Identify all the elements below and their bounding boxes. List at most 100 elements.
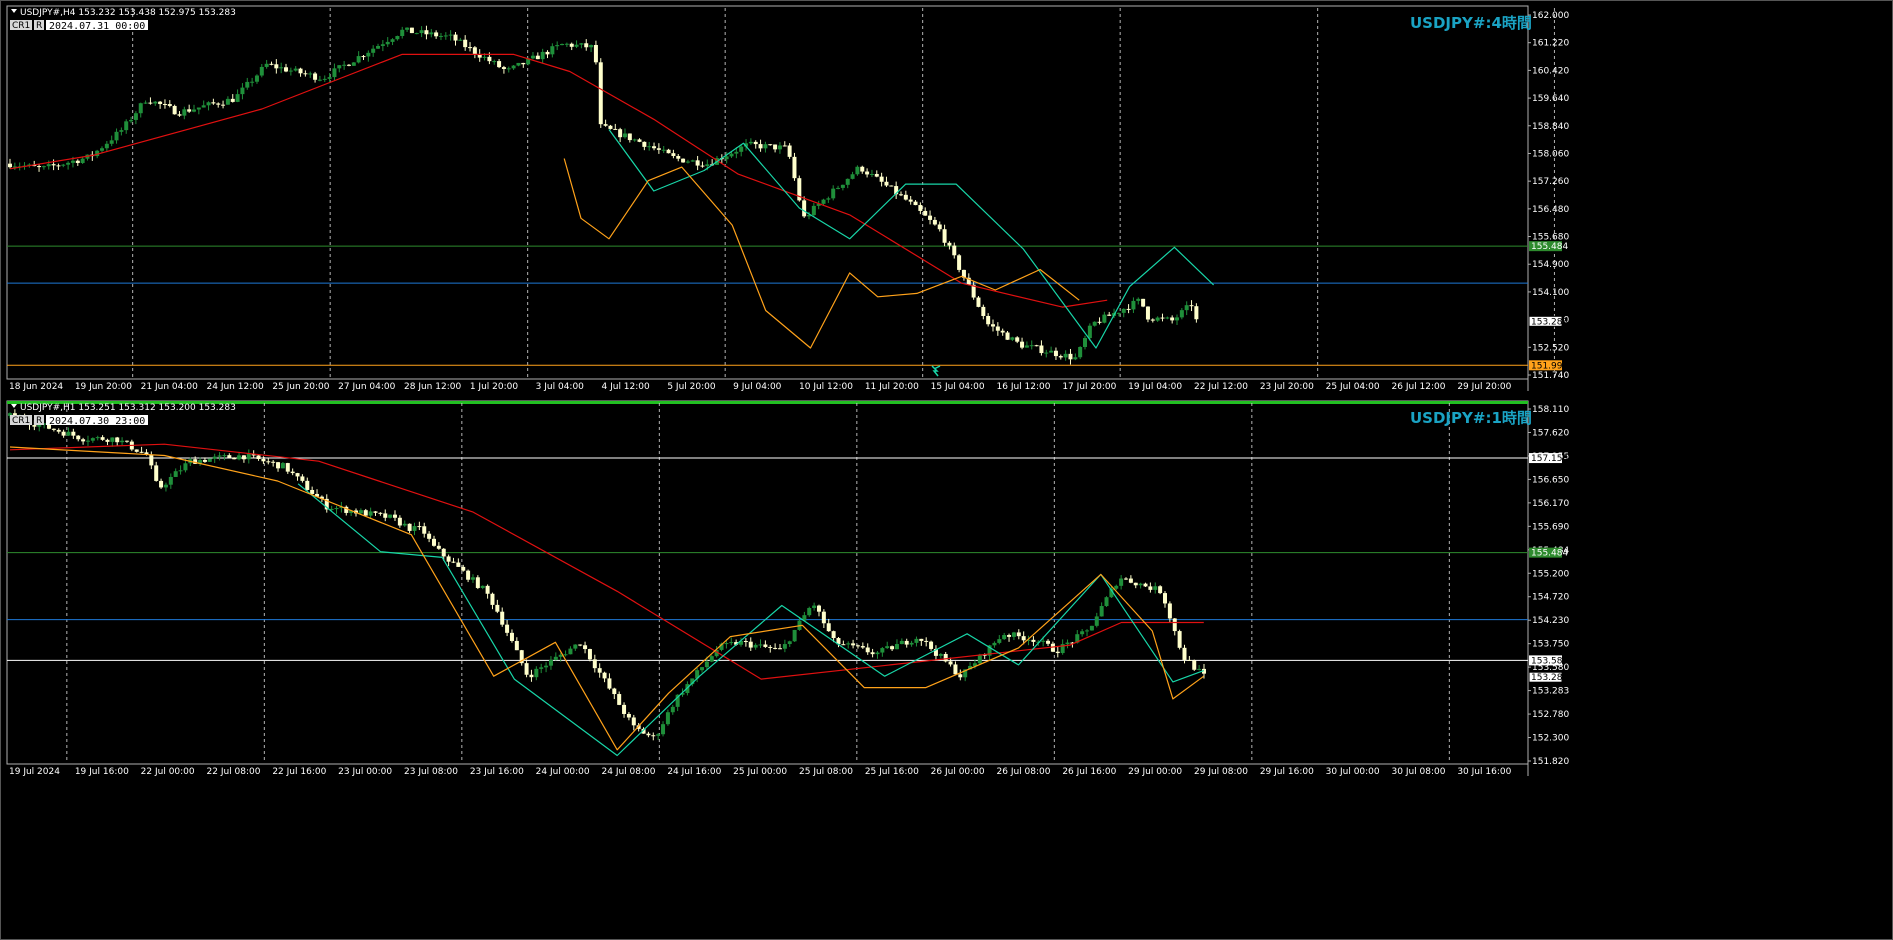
candle (695, 155, 700, 171)
candle (548, 656, 553, 670)
candle-body (1097, 321, 1102, 323)
y-tick-label: 153.750 (1532, 640, 1569, 650)
candle (308, 71, 313, 78)
candle-body (500, 611, 505, 625)
candle-body (163, 484, 168, 488)
candle-body (334, 508, 339, 510)
candle-body (148, 102, 153, 104)
candle-body (1133, 582, 1138, 586)
candle-body (427, 533, 432, 539)
candle-body (492, 61, 497, 63)
y-tick-label: 156.170 (1532, 499, 1569, 509)
candle (855, 165, 860, 176)
candle (192, 104, 197, 113)
candle-body (1160, 317, 1165, 319)
candle-body (913, 201, 918, 206)
candle-body (1194, 306, 1199, 320)
candle-body (158, 101, 163, 105)
candle (1029, 340, 1034, 350)
candle (217, 452, 222, 461)
candle-body (448, 34, 453, 36)
candle (933, 645, 938, 662)
candle-body (1187, 659, 1192, 661)
candle (1065, 639, 1070, 649)
candle-body (438, 35, 443, 37)
candle-body (700, 667, 705, 671)
candle (652, 142, 657, 151)
candle (583, 641, 588, 654)
candle (681, 158, 686, 163)
candle (417, 521, 422, 531)
candle-body (1005, 332, 1010, 340)
candle-body (597, 668, 602, 673)
x-tick-label: 30 Jul 16:00 (1457, 767, 1511, 777)
candle (651, 732, 656, 741)
candle-body (61, 164, 66, 166)
candle-body (264, 63, 269, 67)
candle (622, 128, 627, 139)
candle-body (178, 470, 183, 472)
candle (1187, 656, 1192, 661)
candle-body (976, 297, 981, 307)
symbol-ohlc-header: USDJPY#,H1 153.251 153.312 153.200 153.2… (20, 403, 236, 413)
candle (890, 645, 895, 652)
candle-body (1055, 651, 1060, 654)
candle-body (490, 593, 495, 605)
candle (104, 140, 109, 152)
candle-body (631, 717, 636, 726)
candle-body (845, 178, 850, 185)
candle-body (250, 81, 255, 83)
candle-body (1158, 586, 1163, 594)
candle (792, 629, 797, 642)
drag-marker-icon (931, 365, 941, 377)
candle (753, 643, 758, 650)
candle (690, 159, 695, 162)
x-tick-label: 22 Jul 16:00 (272, 767, 326, 777)
x-tick-label: 22 Jul 08:00 (207, 767, 261, 777)
candle-body (1114, 585, 1119, 589)
candle (661, 146, 666, 154)
candle-body (56, 165, 61, 167)
candle-body (593, 44, 598, 63)
panel-border (6, 5, 1529, 380)
candle (758, 639, 763, 648)
candle (51, 428, 56, 432)
candle-body (1031, 639, 1036, 642)
candle (521, 62, 526, 68)
candle (158, 100, 163, 109)
timeframe-watermark: USDJPY#:4時間 (1410, 14, 1532, 32)
candle-body (8, 163, 12, 168)
candle-body (109, 140, 114, 144)
candle (748, 637, 753, 651)
y-tick-label: 152.300 (1532, 734, 1569, 744)
x-tick-label: 29 Jul 16:00 (1260, 767, 1314, 777)
candle (670, 704, 675, 715)
candle (1085, 629, 1090, 637)
candle (626, 712, 631, 721)
candle (593, 40, 598, 65)
candle (414, 32, 419, 35)
candle-body (429, 32, 434, 35)
candle-body (782, 644, 787, 649)
candle (383, 509, 388, 522)
candle (995, 322, 1000, 336)
candle (225, 96, 230, 105)
candle (120, 437, 125, 446)
candle (76, 435, 81, 442)
candle (1148, 582, 1153, 593)
candle-body (346, 64, 351, 66)
candle-body (1065, 642, 1070, 645)
candle (310, 486, 315, 495)
candle (259, 64, 264, 78)
candle (986, 313, 991, 327)
x-tick-label: 5 Jul 20:00 (667, 382, 716, 392)
fast-oscillator-line (9, 446, 1205, 751)
candle (1060, 639, 1065, 655)
x-tick-label: 24 Jul 00:00 (536, 767, 590, 777)
y-tick-label: 152.780 (1532, 710, 1569, 720)
candle (1128, 575, 1133, 584)
candle-body (284, 67, 289, 72)
x-tick-label: 25 Jul 00:00 (733, 767, 787, 777)
x-tick-label: 29 Jul 20:00 (1457, 382, 1511, 392)
candle (836, 185, 841, 190)
